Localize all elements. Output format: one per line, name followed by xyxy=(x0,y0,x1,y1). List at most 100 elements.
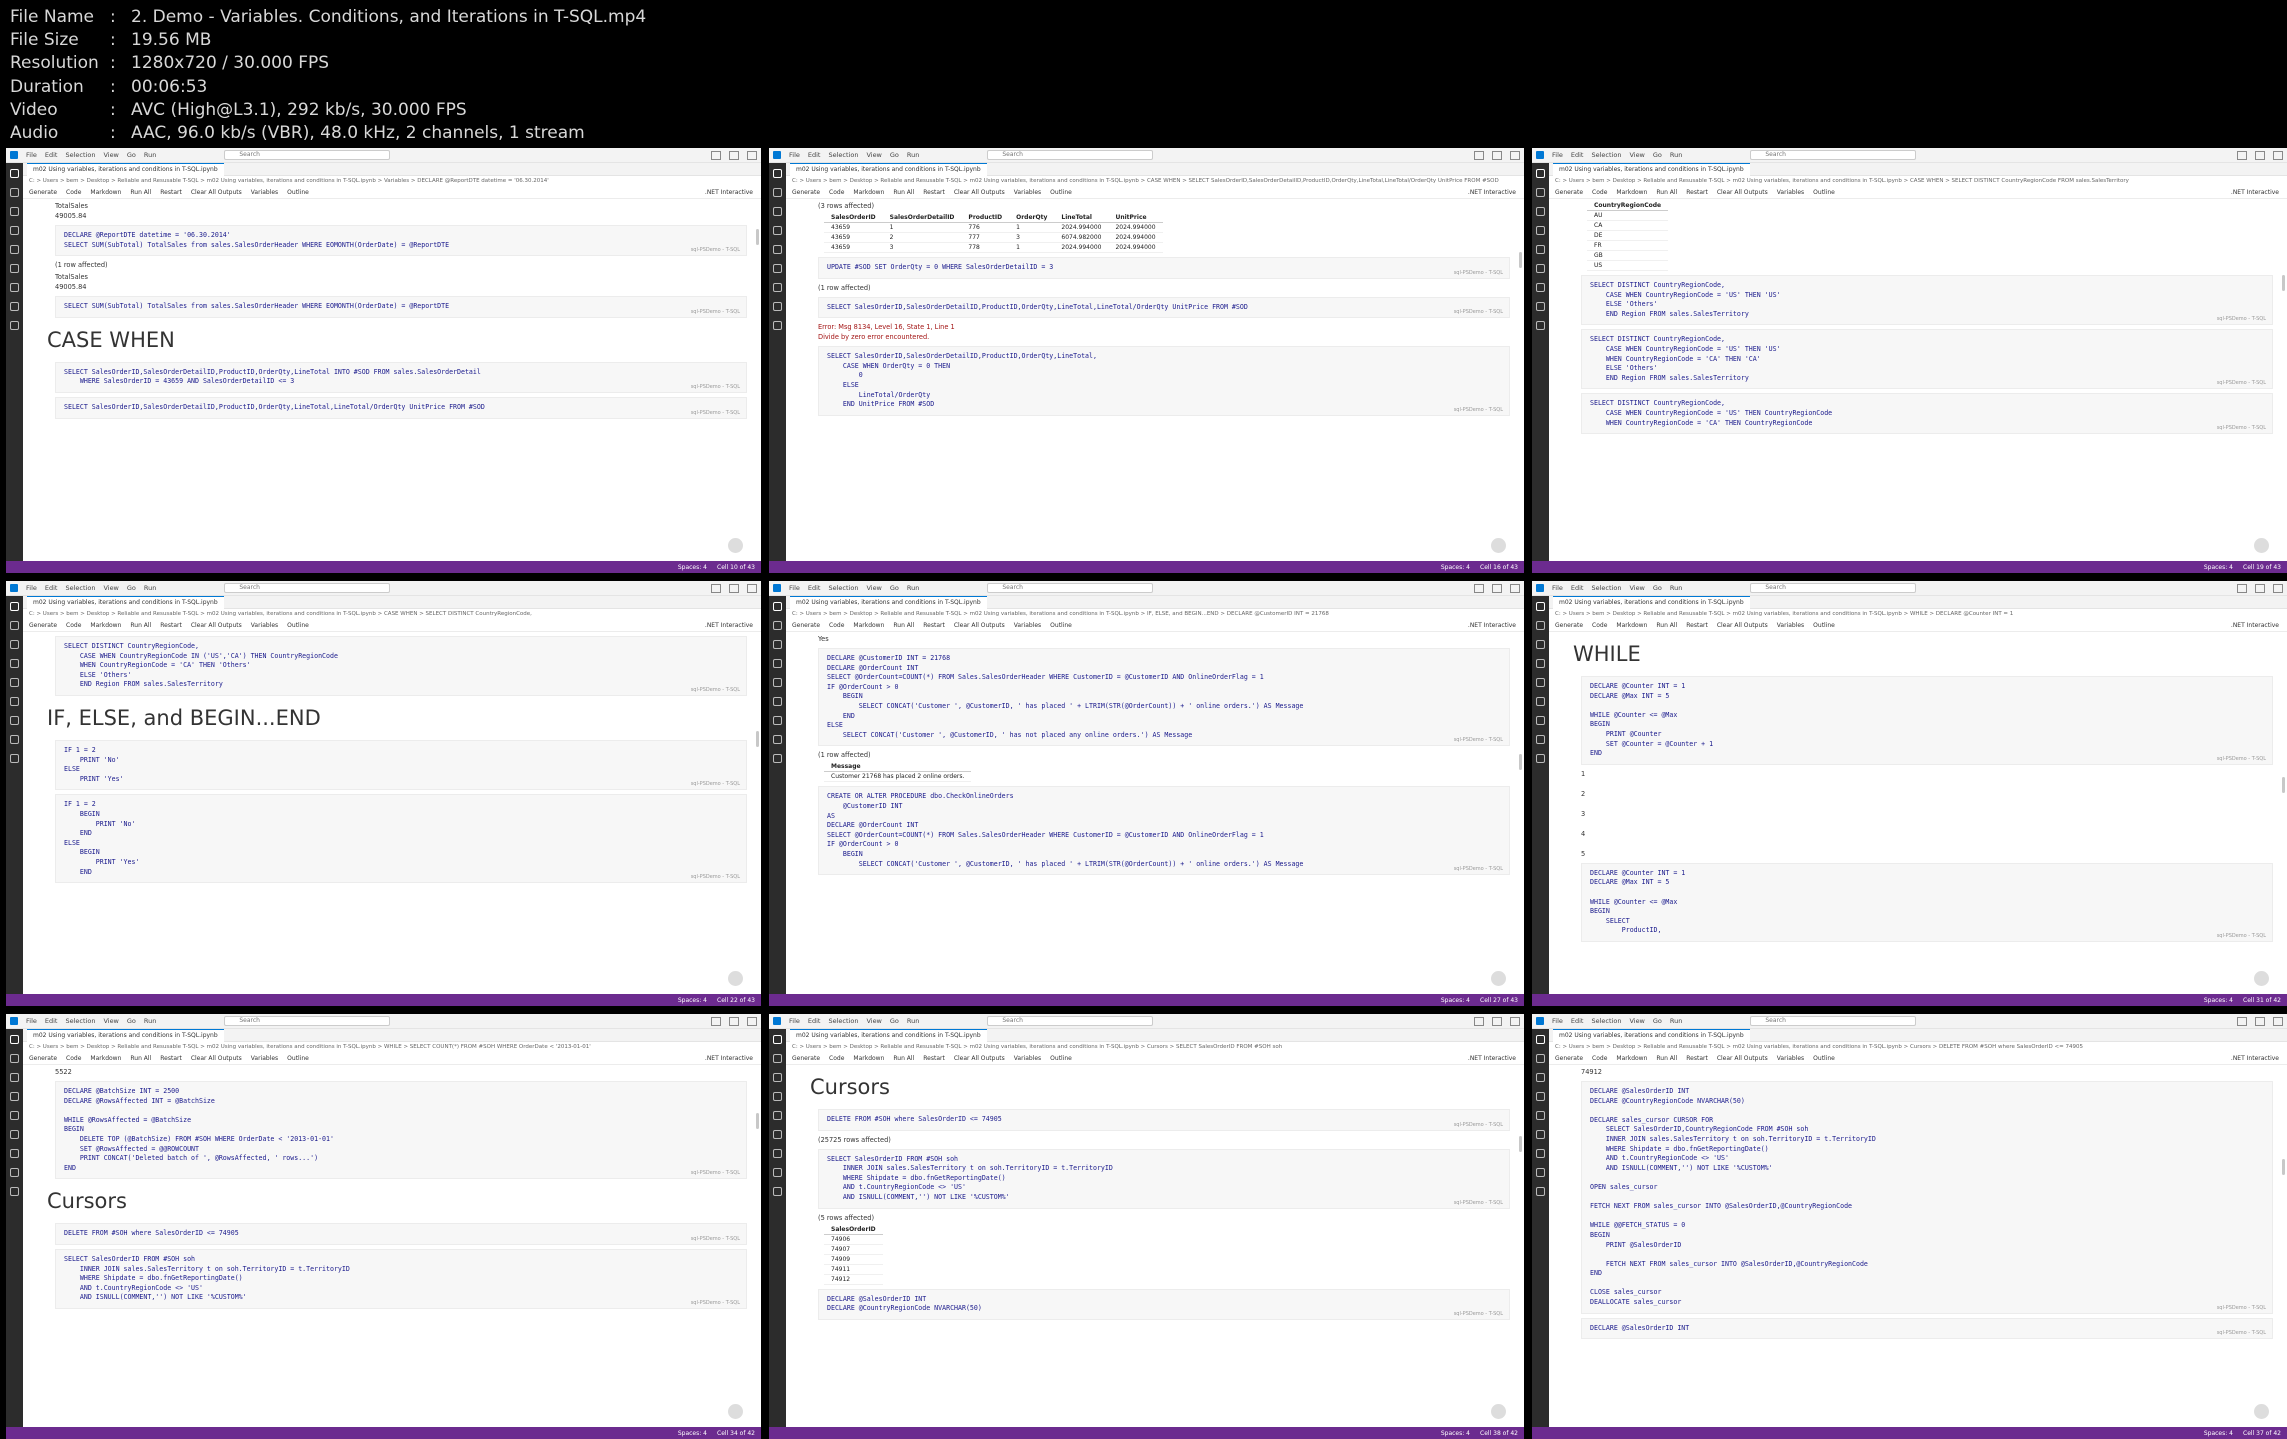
database-icon[interactable] xyxy=(773,1130,782,1139)
cell-language-label[interactable]: sql-PSDemo - T-SQL xyxy=(2217,933,2266,939)
extensions-icon[interactable] xyxy=(773,245,782,254)
cell-source[interactable]: SELECT SalesOrderID FROM #SOH soh INNER … xyxy=(64,1255,738,1303)
toolbar-clear-all-outputs[interactable]: Clear All Outputs xyxy=(954,189,1005,196)
status-cell-index[interactable]: Cell 37 of 42 xyxy=(2243,1430,2281,1437)
run-debug-icon[interactable] xyxy=(773,226,782,235)
cell-language-label[interactable]: sql-PSDemo - T-SQL xyxy=(1454,1122,1503,1128)
account-icon[interactable] xyxy=(10,1168,19,1177)
toolbar-generate[interactable]: Generate xyxy=(792,1055,820,1062)
menu-item-selection[interactable]: Selection xyxy=(1591,1017,1621,1025)
explorer-icon[interactable] xyxy=(773,169,782,178)
code-cell[interactable]: DECLARE @BatchSize INT = 2500 DECLARE @R… xyxy=(55,1081,747,1180)
cell-source[interactable]: SELECT DISTINCT CountryRegionCode, CASE … xyxy=(1590,399,2264,428)
explorer-icon[interactable] xyxy=(10,1035,19,1044)
code-cell[interactable]: DECLARE @SalesOrderID INT DECLARE @Count… xyxy=(1581,1081,2273,1314)
explorer-icon[interactable] xyxy=(773,1035,782,1044)
menu-item-go[interactable]: Go xyxy=(890,151,899,159)
toolbar-variables[interactable]: Variables xyxy=(1777,1055,1804,1062)
cell-source[interactable]: SELECT DISTINCT CountryRegionCode, CASE … xyxy=(1590,281,2264,319)
toolbar-run-all[interactable]: Run All xyxy=(1656,1055,1677,1062)
toolbar-restart[interactable]: Restart xyxy=(1686,622,1708,629)
run-debug-icon[interactable] xyxy=(773,659,782,668)
menu-item-file[interactable]: File xyxy=(789,1017,800,1025)
toolbar-run-all[interactable]: Run All xyxy=(893,1055,914,1062)
copilot-chat-button[interactable] xyxy=(728,538,743,553)
account-icon[interactable] xyxy=(773,302,782,311)
menu-item-edit[interactable]: Edit xyxy=(45,151,58,159)
cell-language-label[interactable]: sql-PSDemo - T-SQL xyxy=(1454,1311,1503,1317)
toolbar-clear-all-outputs[interactable]: Clear All Outputs xyxy=(191,189,242,196)
cell-source[interactable]: DELETE FROM #SOH where SalesOrderID <= 7… xyxy=(827,1115,1501,1125)
status-spaces[interactable]: Spaces: 4 xyxy=(1441,564,1470,571)
explorer-icon[interactable] xyxy=(1536,1035,1545,1044)
breadcrumb[interactable]: C: > Users > bem > Desktop > Reliable an… xyxy=(23,609,761,619)
menu-item-file[interactable]: File xyxy=(789,584,800,592)
settings-icon[interactable] xyxy=(1536,321,1545,330)
search-icon[interactable] xyxy=(1536,621,1545,630)
cell-language-label[interactable]: sql-PSDemo - T-SQL xyxy=(691,410,740,416)
cell-source[interactable]: DECLARE @ReportDTE datetime = '06.30.201… xyxy=(64,231,738,250)
scrollbar[interactable] xyxy=(1519,754,1522,770)
toolbar-generate[interactable]: Generate xyxy=(1555,189,1583,196)
database-icon[interactable] xyxy=(1536,697,1545,706)
toolbar-variables[interactable]: Variables xyxy=(251,622,278,629)
toolbar-clear-all-outputs[interactable]: Clear All Outputs xyxy=(1717,1055,1768,1062)
database-icon[interactable] xyxy=(10,1130,19,1139)
toolbar-outline[interactable]: Outline xyxy=(1813,189,1835,196)
extensions-icon[interactable] xyxy=(1536,678,1545,687)
menu-item-selection[interactable]: Selection xyxy=(828,1017,858,1025)
menu-item-run[interactable]: Run xyxy=(144,151,156,159)
status-cell-index[interactable]: Cell 31 of 42 xyxy=(2243,997,2281,1004)
toolbar-restart[interactable]: Restart xyxy=(923,189,945,196)
menu-item-selection[interactable]: Selection xyxy=(65,151,95,159)
run-debug-icon[interactable] xyxy=(1536,1092,1545,1101)
explorer-icon[interactable] xyxy=(773,602,782,611)
scrollbar[interactable] xyxy=(2282,1159,2285,1175)
search-icon[interactable] xyxy=(1536,1054,1545,1063)
toolbar-run-all[interactable]: Run All xyxy=(130,1055,151,1062)
menu-item-view[interactable]: View xyxy=(103,584,118,592)
maximize-button[interactable] xyxy=(1492,1016,1502,1026)
maximize-button[interactable] xyxy=(1492,150,1502,160)
toolbar-markdown[interactable]: Markdown xyxy=(1616,1055,1647,1062)
breadcrumb[interactable]: C: > Users > bem > Desktop > Reliable an… xyxy=(786,176,1524,186)
copilot-chat-button[interactable] xyxy=(1491,1404,1506,1419)
toolbar-clear-all-outputs[interactable]: Clear All Outputs xyxy=(1717,622,1768,629)
cell-language-label[interactable]: sql-PSDemo - T-SQL xyxy=(691,384,740,390)
cell-language-label[interactable]: sql-PSDemo - T-SQL xyxy=(691,874,740,880)
menu-item-run[interactable]: Run xyxy=(907,584,919,592)
maximize-button[interactable] xyxy=(2255,1016,2265,1026)
toolbar-generate[interactable]: Generate xyxy=(29,189,57,196)
search-icon[interactable] xyxy=(10,1054,19,1063)
toolbar-variables[interactable]: Variables xyxy=(1014,622,1041,629)
copilot-chat-button[interactable] xyxy=(728,1404,743,1419)
toolbar-restart[interactable]: Restart xyxy=(1686,189,1708,196)
menu-item-selection[interactable]: Selection xyxy=(1591,151,1621,159)
editor-tab[interactable]: m02 Using variables, iterations and cond… xyxy=(27,595,224,609)
menu-item-run[interactable]: Run xyxy=(1670,584,1682,592)
notebook-icon[interactable] xyxy=(1536,1149,1545,1158)
source-control-icon[interactable] xyxy=(1536,207,1545,216)
maximize-button[interactable] xyxy=(2255,150,2265,160)
status-spaces[interactable]: Spaces: 4 xyxy=(1441,997,1470,1004)
toolbar-markdown[interactable]: Markdown xyxy=(90,189,121,196)
status-cell-index[interactable]: Cell 34 of 42 xyxy=(717,1430,755,1437)
cell-source[interactable]: SELECT SalesOrderID FROM #SOH soh INNER … xyxy=(827,1155,1501,1203)
notebook-icon[interactable] xyxy=(773,1149,782,1158)
database-icon[interactable] xyxy=(10,697,19,706)
cell-source[interactable]: SELECT SalesOrderID,SalesOrderDetailID,P… xyxy=(64,368,738,387)
menu-item-file[interactable]: File xyxy=(26,1017,37,1025)
toolbar-markdown[interactable]: Markdown xyxy=(853,189,884,196)
menu-item-go[interactable]: Go xyxy=(890,1017,899,1025)
close-button[interactable] xyxy=(747,1016,757,1026)
database-icon[interactable] xyxy=(1536,264,1545,273)
account-icon[interactable] xyxy=(10,302,19,311)
breadcrumb[interactable]: C: > Users > bem > Desktop > Reliable an… xyxy=(1549,176,2287,186)
toolbar-generate[interactable]: Generate xyxy=(29,1055,57,1062)
code-cell[interactable]: SELECT SalesOrderID,SalesOrderDetailID,P… xyxy=(818,346,1510,416)
menu-item-file[interactable]: File xyxy=(1552,151,1563,159)
scrollbar[interactable] xyxy=(756,229,759,245)
copilot-chat-button[interactable] xyxy=(2254,1404,2269,1419)
search-icon[interactable] xyxy=(10,621,19,630)
status-spaces[interactable]: Spaces: 4 xyxy=(678,564,707,571)
